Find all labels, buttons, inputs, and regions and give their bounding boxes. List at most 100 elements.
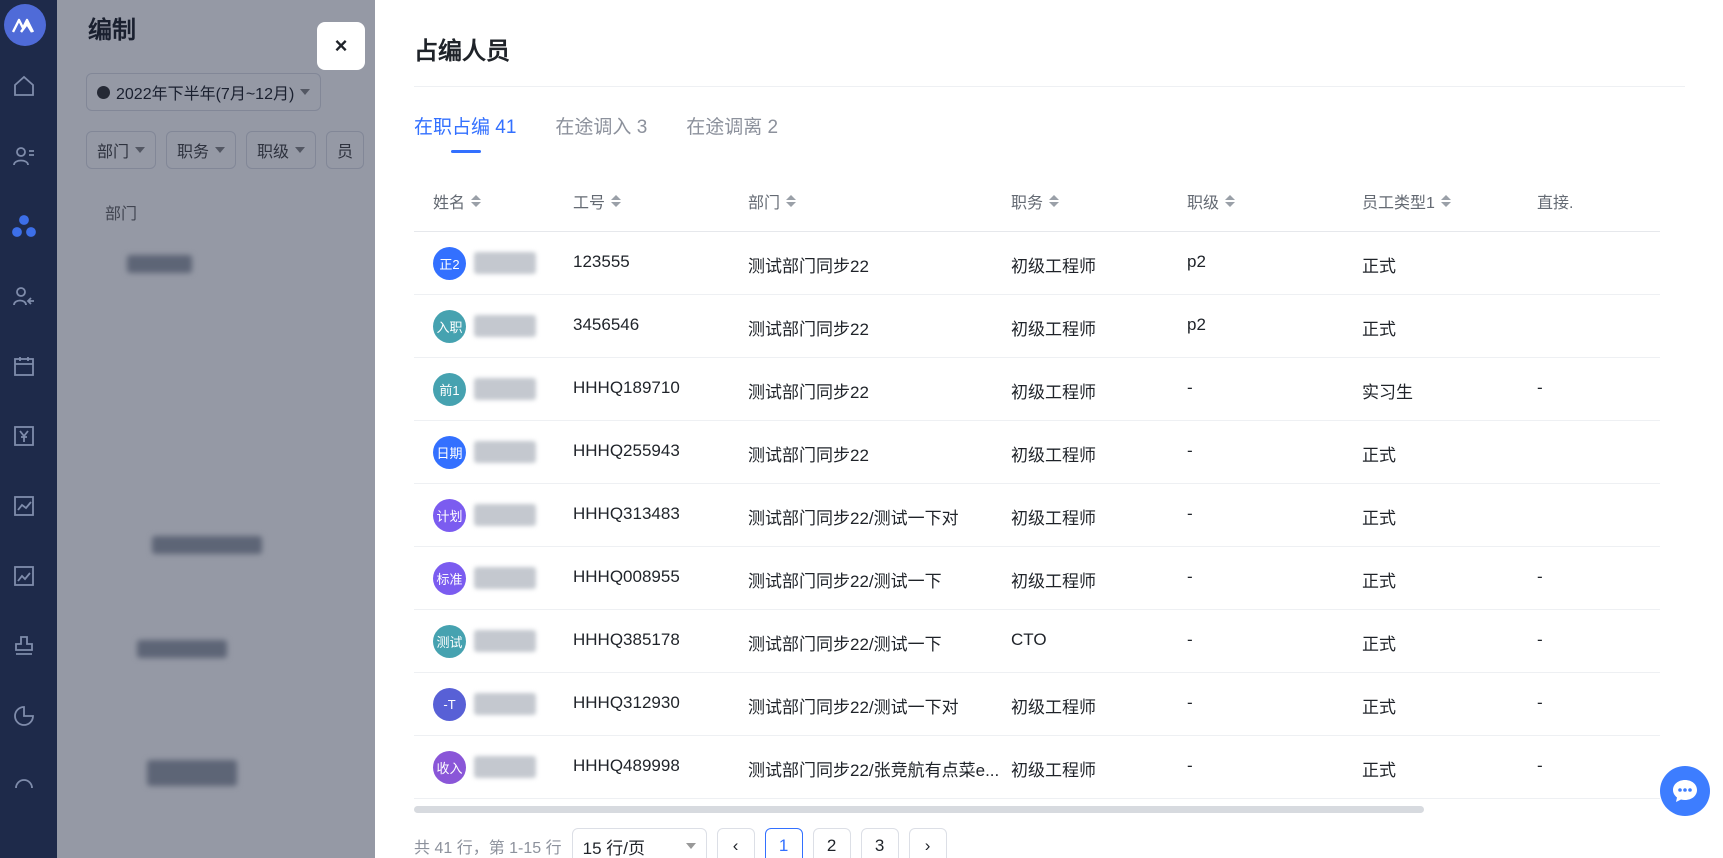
cell-level: - bbox=[1187, 378, 1193, 397]
table-row[interactable]: 入职 3456546 测试部门同步22 初级工程师 p2 正式 bbox=[414, 295, 1660, 358]
cell-direct: - bbox=[1537, 756, 1543, 775]
cell-dept: 测试部门同步22/测试一下对 bbox=[748, 698, 959, 717]
next-page-button[interactable]: › bbox=[908, 828, 947, 858]
sort-icon bbox=[471, 195, 482, 207]
table-row[interactable]: 正2 123555 测试部门同步22 初级工程师 p2 正式 bbox=[414, 232, 1660, 295]
table-row[interactable]: 收入 HHHQ489998 测试部门同步22/张竞航有点菜e... 初级工程师 - 正式 - bbox=[414, 736, 1660, 799]
redacted-name bbox=[474, 756, 536, 778]
cell-id: HHHQ489998 bbox=[573, 756, 680, 775]
cell-dept: 测试部门同步22/张竞航有点菜e... bbox=[748, 761, 1000, 780]
cell-type: 正式 bbox=[1362, 509, 1396, 528]
logo-icon[interactable] bbox=[4, 4, 46, 46]
stamp-icon[interactable] bbox=[10, 632, 38, 660]
prev-page-button[interactable]: ‹ bbox=[716, 828, 755, 858]
nav-rail bbox=[0, 0, 57, 858]
sort-icon bbox=[786, 195, 797, 207]
column-dept[interactable]: 部门 bbox=[748, 189, 797, 213]
cell-direct: - bbox=[1537, 567, 1543, 586]
salary-icon[interactable] bbox=[10, 422, 38, 450]
tab-incoming[interactable]: 在途调入 3 bbox=[555, 112, 647, 151]
chart-icon[interactable] bbox=[10, 562, 38, 590]
column-type[interactable]: 员工类型1 bbox=[1362, 189, 1451, 213]
cell-position: 初级工程师 bbox=[1011, 698, 1096, 717]
avatar: 入职 bbox=[433, 310, 466, 343]
sort-icon bbox=[611, 195, 622, 207]
cell-level: - bbox=[1187, 630, 1193, 649]
page-size-select[interactable]: 15 行/页 bbox=[571, 828, 707, 858]
cell-level: - bbox=[1187, 567, 1193, 586]
cell-position: 初级工程师 bbox=[1011, 509, 1096, 528]
table-row[interactable]: 日期 HHHQ255943 测试部门同步22 初级工程师 - 正式 bbox=[414, 421, 1660, 484]
redacted-name bbox=[474, 441, 536, 463]
pie-icon[interactable] bbox=[10, 702, 38, 730]
pagination-total: 共 41 行，第 1-15 行 bbox=[414, 840, 562, 857]
report-icon[interactable] bbox=[10, 492, 38, 520]
cell-level: p2 bbox=[1187, 252, 1206, 271]
cell-direct: - bbox=[1537, 378, 1543, 397]
chevron-down-icon bbox=[685, 843, 696, 849]
page-1-button[interactable]: 1 bbox=[764, 828, 803, 858]
cell-level: - bbox=[1187, 441, 1193, 460]
table-row[interactable]: 计划 HHHQ313483 测试部门同步22/测试一下对 初级工程师 - 正式 bbox=[414, 484, 1660, 547]
cell-direct: - bbox=[1537, 630, 1543, 649]
column-label: 职级 bbox=[1187, 195, 1220, 212]
cell-position: 初级工程师 bbox=[1011, 257, 1096, 276]
home-icon[interactable] bbox=[10, 72, 38, 100]
calendar-icon[interactable] bbox=[10, 352, 38, 380]
avatar: 日期 bbox=[433, 436, 466, 469]
cell-type: 正式 bbox=[1362, 257, 1396, 276]
table-row[interactable]: 前1 HHHQ189710 测试部门同步22 初级工程师 - 实习生 - bbox=[414, 358, 1660, 421]
cell-type: 正式 bbox=[1362, 572, 1396, 591]
chat-icon[interactable] bbox=[1660, 766, 1710, 816]
column-position[interactable]: 职务 bbox=[1011, 189, 1060, 213]
tab-outgoing[interactable]: 在途调离 2 bbox=[686, 112, 778, 151]
redacted-name bbox=[474, 252, 536, 274]
page-2-button[interactable]: 2 bbox=[812, 828, 851, 858]
cell-dept: 测试部门同步22 bbox=[748, 320, 869, 339]
sort-icon bbox=[1440, 195, 1451, 207]
column-level[interactable]: 职级 bbox=[1187, 189, 1236, 213]
cell-dept: 测试部门同步22/测试一下对 bbox=[748, 509, 959, 528]
cell-dept: 测试部门同步22 bbox=[748, 446, 869, 465]
cell-direct: - bbox=[1537, 693, 1543, 712]
table-row[interactable]: 测试 HHHQ385178 测试部门同步22/测试一下 CTO - 正式 - bbox=[414, 610, 1660, 673]
cell-type: 实习生 bbox=[1362, 383, 1413, 402]
sort-icon bbox=[1049, 195, 1060, 207]
user-list-icon[interactable] bbox=[10, 142, 38, 170]
cell-position: 初级工程师 bbox=[1011, 572, 1096, 591]
org-icon[interactable] bbox=[10, 212, 38, 240]
user-transfer-icon[interactable] bbox=[10, 282, 38, 310]
cell-type: 正式 bbox=[1362, 320, 1396, 339]
column-direct[interactable]: 直接. bbox=[1537, 189, 1573, 213]
drawer-title: 占编人员 bbox=[414, 38, 510, 65]
cell-id: HHHQ008955 bbox=[573, 567, 680, 586]
modal-overlay[interactable] bbox=[57, 0, 375, 858]
cell-dept: 测试部门同步22/测试一下 bbox=[748, 635, 942, 654]
horizontal-scrollbar[interactable] bbox=[414, 806, 1424, 813]
cell-id: HHHQ312930 bbox=[573, 693, 680, 712]
page-3-button[interactable]: 3 bbox=[860, 828, 899, 858]
cell-id: HHHQ385178 bbox=[573, 630, 680, 649]
column-label: 员工类型1 bbox=[1362, 195, 1435, 212]
cell-id: 123555 bbox=[573, 252, 630, 271]
column-name[interactable]: 姓名 bbox=[433, 189, 482, 213]
column-id[interactable]: 工号 bbox=[573, 189, 622, 213]
redacted-name bbox=[474, 693, 536, 715]
avatar: 计划 bbox=[433, 499, 466, 532]
cell-type: 正式 bbox=[1362, 446, 1396, 465]
cell-position: 初级工程师 bbox=[1011, 761, 1096, 780]
more-icon[interactable] bbox=[10, 772, 38, 800]
table-header: 姓名 工号 部门 职务 职级 员工类型1 直接. bbox=[414, 169, 1660, 232]
avatar: 测试 bbox=[433, 625, 466, 658]
redacted-name bbox=[474, 504, 536, 526]
cell-level: - bbox=[1187, 504, 1193, 523]
cell-dept: 测试部门同步22/测试一下 bbox=[748, 572, 942, 591]
cell-dept: 测试部门同步22 bbox=[748, 257, 869, 276]
close-button[interactable]: × bbox=[317, 22, 365, 70]
column-label: 直接. bbox=[1537, 195, 1574, 212]
table-row[interactable]: -T HHHQ312930 测试部门同步22/测试一下对 初级工程师 - 正式 - bbox=[414, 673, 1660, 736]
tab-bar: 在职占编 41 在途调入 3 在途调离 2 bbox=[414, 112, 778, 153]
cell-id: HHHQ255943 bbox=[573, 441, 680, 460]
tab-active-staff[interactable]: 在职占编 41 bbox=[414, 112, 516, 153]
table-row[interactable]: 标准 HHHQ008955 测试部门同步22/测试一下 初级工程师 - 正式 - bbox=[414, 547, 1660, 610]
